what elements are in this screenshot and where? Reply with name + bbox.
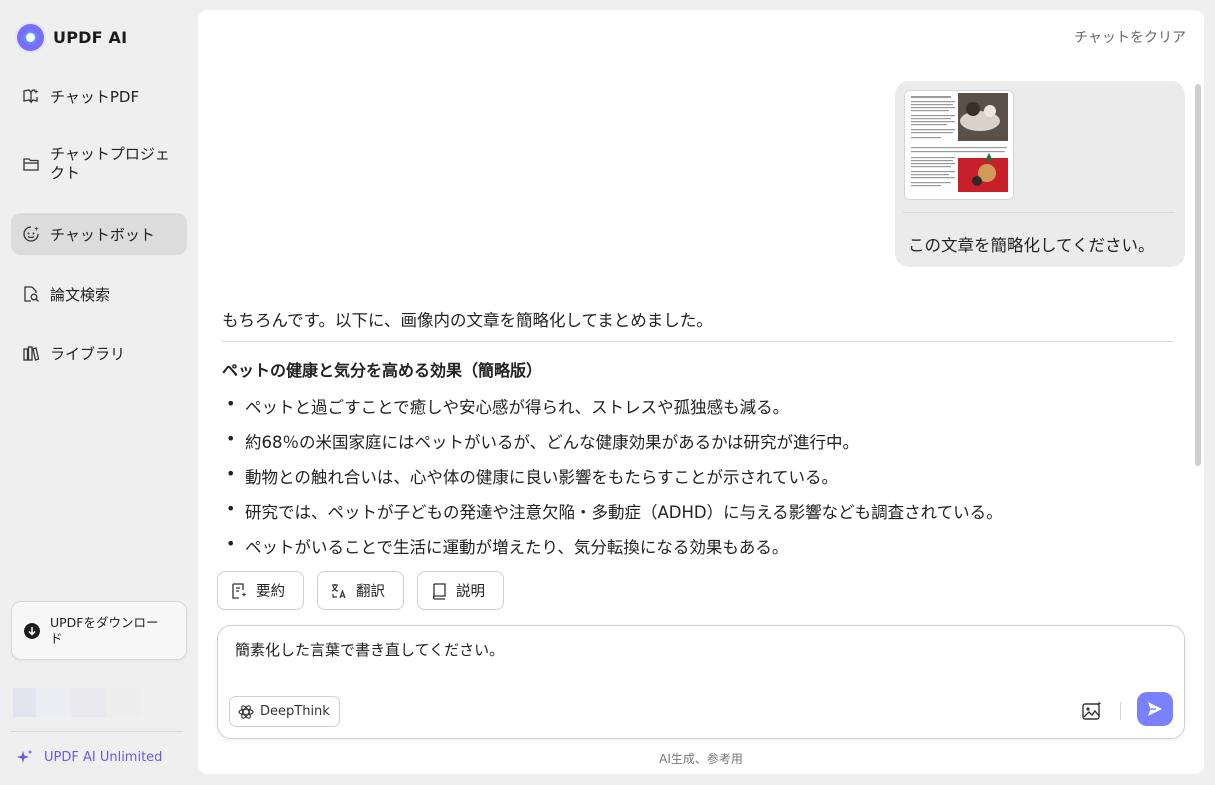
deepthink-label: DeepThink [260, 704, 330, 719]
list-item-text: ペットと過ごすことで癒しや安心感が得られ、ストレスや孤独感も減る。 [245, 398, 790, 417]
list-item-text: ペットがいることで生活に運動が増えたり、気分転換になる効果もある。 [245, 538, 789, 557]
download-label: UPDFをダウンロード [50, 614, 159, 646]
ai-disclaimer: AI生成、参考用 [659, 752, 743, 766]
sparkle-icon [17, 749, 33, 763]
list-item: 約68％の米国家庭にはペットがいるが、どんな健康効果があるかは研究が進行中。 [222, 429, 1003, 464]
folder-icon [23, 158, 39, 171]
sidebar-item-paper-search[interactable]: 論文検索 [11, 275, 187, 313]
chat-input[interactable] [235, 640, 1055, 658]
explain-button[interactable]: 説明 [417, 571, 504, 610]
summarize-button[interactable]: 要約 [217, 571, 304, 610]
list-item: ペットと過ごすことで癒しや安心感が得られ、ストレスや孤独感も減る。 [222, 394, 1003, 429]
composer-divider [1120, 702, 1121, 720]
sidebar-item-label: チャットプロジェクト [50, 145, 170, 182]
sidebar-item-label: チャットボット [50, 225, 155, 244]
add-image-icon[interactable] [1081, 700, 1103, 722]
library-icon [23, 346, 40, 361]
user-account-avatar[interactable] [13, 688, 141, 717]
brand-name: UPDF AI [53, 28, 128, 47]
doc-search-icon [24, 286, 39, 302]
sidebar-item-library[interactable]: ライブラリ [11, 334, 187, 372]
ai-answer-intro: もちろんです。以下に、画像内の文章を簡略化してまとめました。 [222, 311, 713, 330]
list-item: 動物との触れ合いは、心や体の健康に良い影響をもたらすことが示されている。 [222, 464, 1003, 499]
answer-divider [222, 341, 1173, 342]
clear-chat-button[interactable]: チャットをクリア [1074, 27, 1186, 47]
atom-icon [238, 704, 254, 719]
attached-image-thumbnail[interactable] [904, 90, 1014, 200]
bot-icon [23, 226, 39, 242]
list-item-text: 約68％の米国家庭にはペットがいるが、どんな健康効果があるかは研究が進行中。 [245, 433, 860, 452]
updf-logo-icon [17, 24, 44, 51]
sidebar-item-chat-pdf[interactable]: チャットPDF [11, 77, 187, 115]
unlimited-label: UPDF AI Unlimited [44, 749, 163, 765]
download-icon [24, 622, 40, 639]
bubble-divider [903, 212, 1175, 213]
send-icon [1148, 702, 1162, 716]
ai-answer-heading: ペットの健康と気分を高める効果（簡略版） [222, 361, 543, 380]
summary-icon [232, 582, 247, 599]
translate-button[interactable]: 翻訳 [317, 571, 404, 610]
list-item-text: 研究では、ペットが子どもの発達や注意欠陥・多動症（ADHD）に与える影響なども調… [245, 503, 1003, 522]
translate-icon [331, 583, 346, 598]
list-item: 研究では、ペットが子どもの発達や注意欠陥・多動症（ADHD）に与える影響なども調… [222, 499, 1003, 534]
ai-answer-list: ペットと過ごすことで癒しや安心感が得られ、ストレスや孤独感も減る。 約68％の米… [222, 394, 1003, 569]
sidebar-item-chat-project[interactable]: チャットプロジェクト [11, 139, 187, 189]
sidebar-item-chatbot[interactable]: チャットボット [11, 213, 187, 255]
brand[interactable]: UPDF AI [17, 24, 127, 51]
scrollbar[interactable] [1195, 84, 1201, 466]
sidebar-item-label: 論文検索 [50, 285, 111, 304]
download-updf-button[interactable]: UPDFをダウンロード [11, 601, 187, 660]
document-page-preview [905, 91, 1013, 199]
book-icon [432, 582, 446, 600]
explain-label: 説明 [456, 584, 485, 600]
deepthink-toggle[interactable]: DeepThink [229, 696, 340, 727]
upgrade-unlimited-link[interactable]: UPDF AI Unlimited [16, 748, 162, 766]
chat-panel: チャットをクリア この文章を簡略化してください。 もちろんです。以下に、画像内の… [198, 10, 1204, 774]
sidebar: UPDF AI チャットPDF チャットプロジェクト チャットボット 論文検索 … [0, 0, 197, 785]
list-item-text: 動物との触れ合いは、心や体の健康に良い影響をもたらすことが示されている。 [245, 468, 839, 487]
translate-label: 翻訳 [356, 584, 385, 600]
send-button[interactable] [1137, 692, 1173, 726]
user-message-text: この文章を簡略化してください。 [908, 236, 1155, 255]
sidebar-item-label: ライブラリ [50, 344, 126, 363]
sidebar-divider [11, 731, 183, 732]
user-message-bubble: この文章を簡略化してください。 [895, 81, 1185, 267]
chat-composer: DeepThink [217, 625, 1185, 739]
summarize-label: 要約 [256, 584, 285, 600]
quick-actions: 要約 翻訳 説明 [217, 571, 504, 610]
book-sparkle-icon [23, 89, 39, 104]
list-item: ペットがいることで生活に運動が増えたり、気分転換になる効果もある。 [222, 534, 1003, 569]
sidebar-item-label: チャットPDF [50, 87, 140, 106]
